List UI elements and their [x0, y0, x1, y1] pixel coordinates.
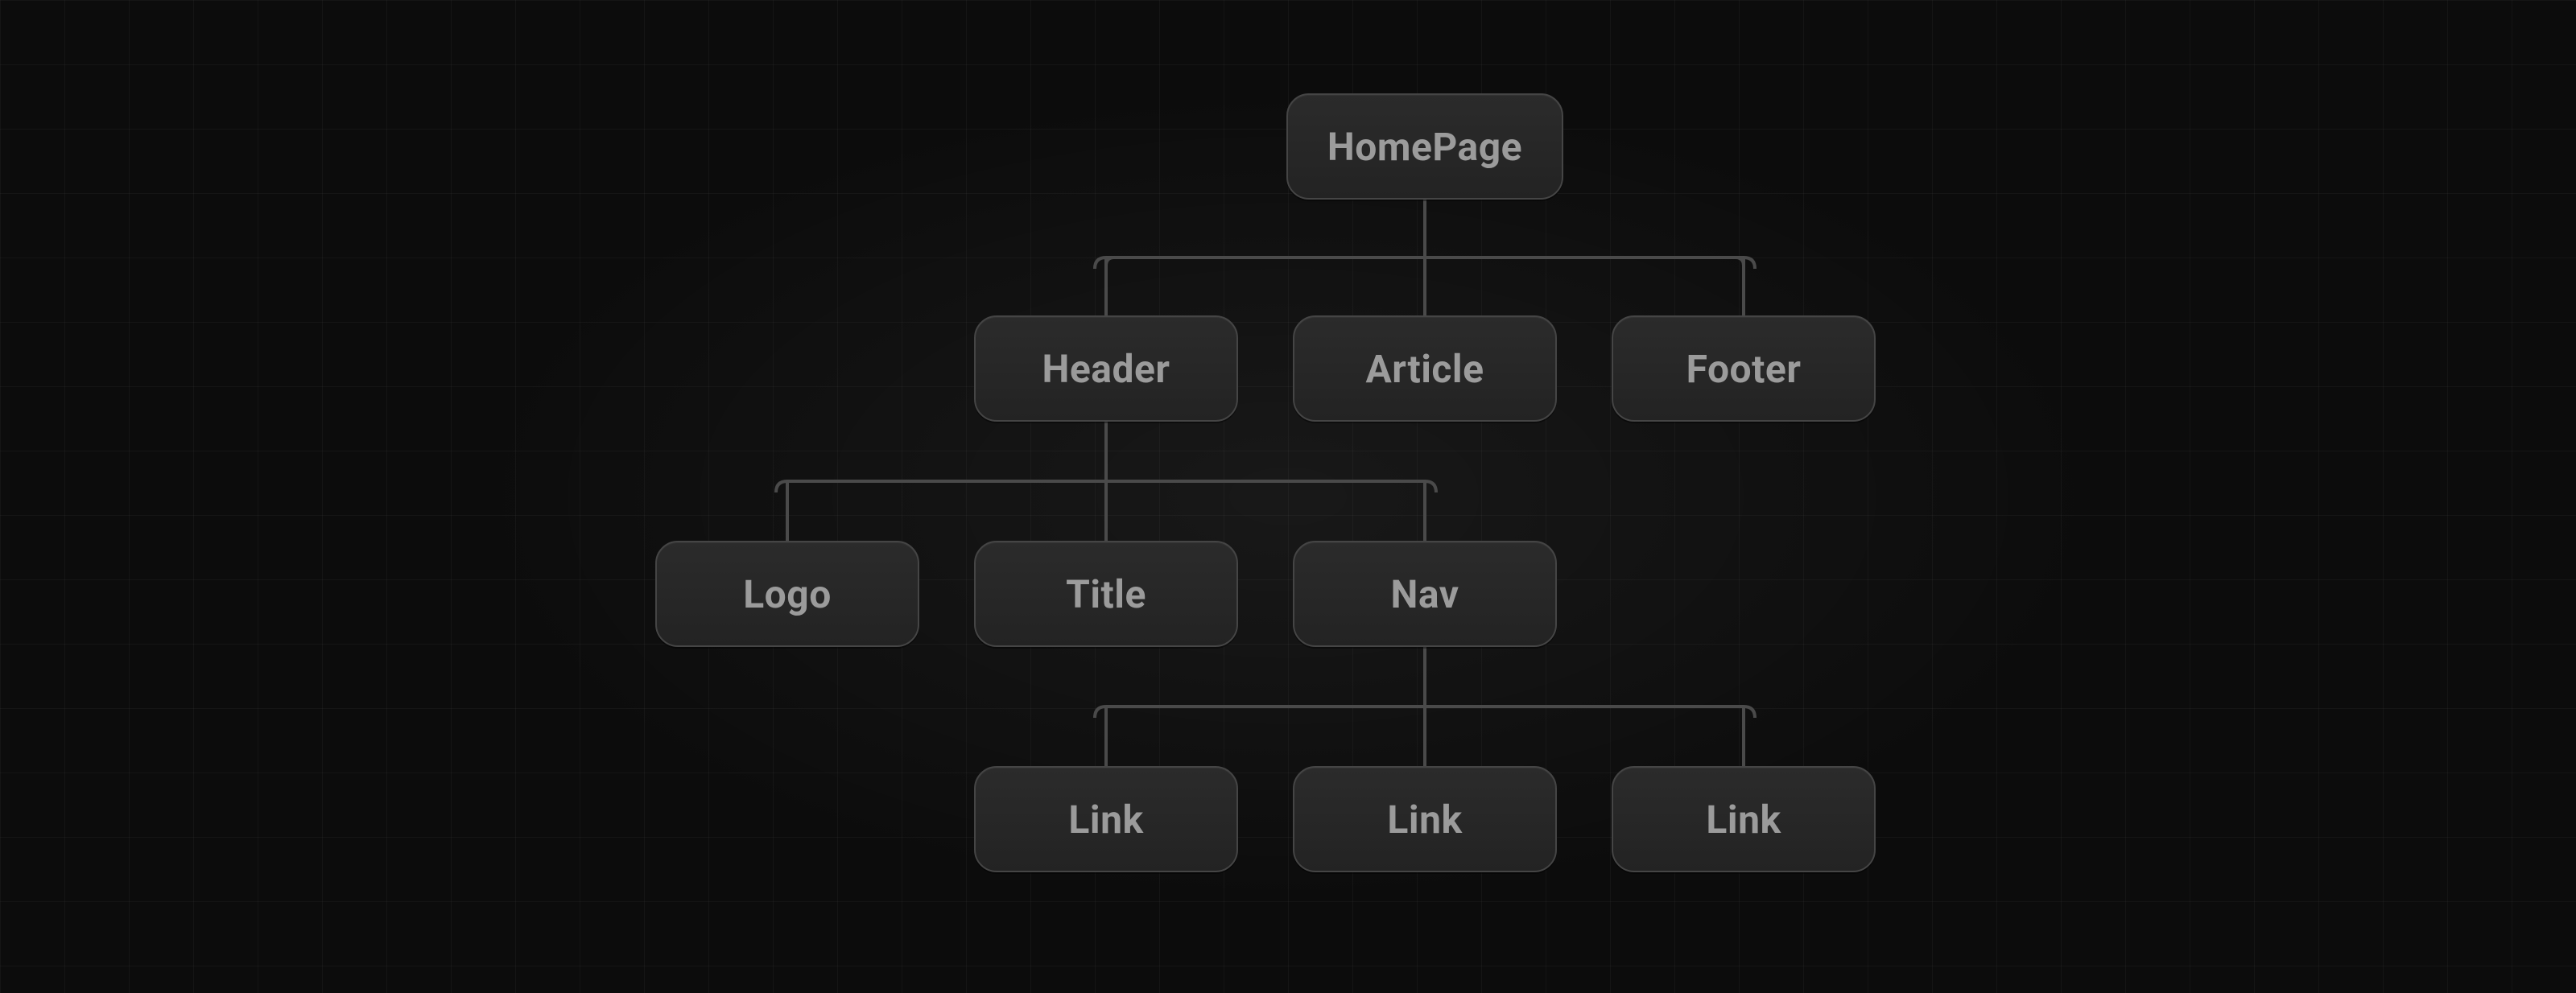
- node-link-1: Link: [974, 766, 1238, 872]
- node-homepage: HomePage: [1286, 93, 1563, 200]
- node-link-3: Link: [1612, 766, 1876, 872]
- node-label: Article: [1365, 346, 1484, 392]
- node-label: HomePage: [1327, 124, 1522, 170]
- node-nav: Nav: [1293, 541, 1557, 647]
- node-title: Title: [974, 541, 1238, 647]
- node-label: Link: [1068, 797, 1143, 843]
- node-label: Link: [1706, 797, 1781, 843]
- node-article: Article: [1293, 315, 1557, 422]
- node-label: Footer: [1686, 346, 1802, 392]
- node-footer: Footer: [1612, 315, 1876, 422]
- node-label: Header: [1042, 346, 1170, 392]
- node-label: Logo: [743, 571, 832, 617]
- node-label: Title: [1066, 571, 1146, 617]
- node-label: Nav: [1390, 571, 1459, 617]
- node-link-2: Link: [1293, 766, 1557, 872]
- node-logo: Logo: [655, 541, 919, 647]
- node-header: Header: [974, 315, 1238, 422]
- node-label: Link: [1387, 797, 1462, 843]
